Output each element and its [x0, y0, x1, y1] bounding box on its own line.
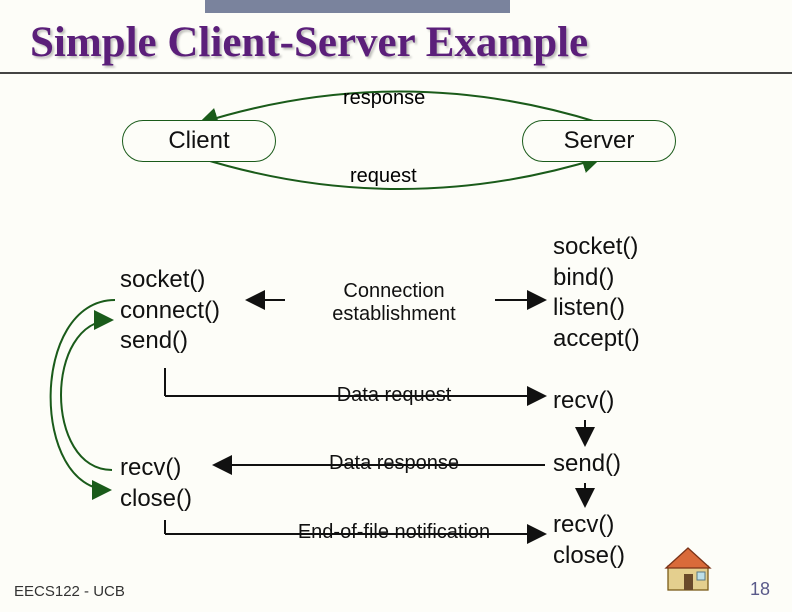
- client-step-socket: socket() connect() send(): [120, 265, 220, 357]
- response-label: response: [343, 87, 425, 110]
- label-data-response: Data response: [274, 452, 514, 475]
- label-eof: End-of-file notification: [274, 521, 514, 544]
- page-title: Simple Client-Server Example: [30, 18, 782, 67]
- home-icon[interactable]: [664, 544, 712, 592]
- client-step-recv: recv() close(): [120, 453, 192, 514]
- server-step-recv1: recv(): [553, 386, 614, 417]
- server-step-send: send(): [553, 449, 621, 480]
- decorative-top-bar: [205, 0, 510, 13]
- request-label: request: [350, 165, 417, 188]
- label-connection-establishment: Connection establishment: [274, 280, 514, 326]
- server-step-socket: socket() bind() listen() accept(): [553, 232, 640, 355]
- client-node: Client: [122, 120, 276, 162]
- server-step-recv2: recv() close(): [553, 510, 625, 571]
- label-data-request: Data request: [274, 384, 514, 407]
- slide-number: 18: [750, 579, 770, 600]
- footer-course: EECS122 - UCB: [14, 583, 125, 600]
- title-underline: [0, 72, 792, 74]
- server-node: Server: [522, 120, 676, 162]
